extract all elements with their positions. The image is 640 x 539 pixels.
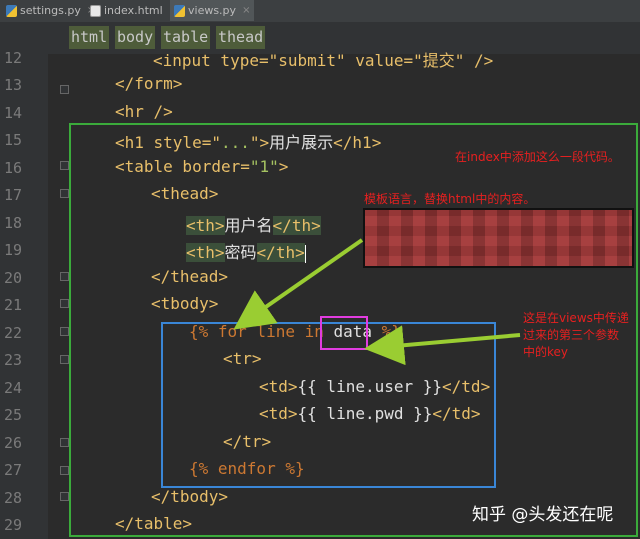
arrow-to-data-key [364, 325, 521, 366]
zhihu-watermark: 知乎 @头发还在呢 [472, 505, 614, 525]
arrow-to-blue-box [233, 238, 364, 330]
annotation-arrows [233, 238, 521, 366]
